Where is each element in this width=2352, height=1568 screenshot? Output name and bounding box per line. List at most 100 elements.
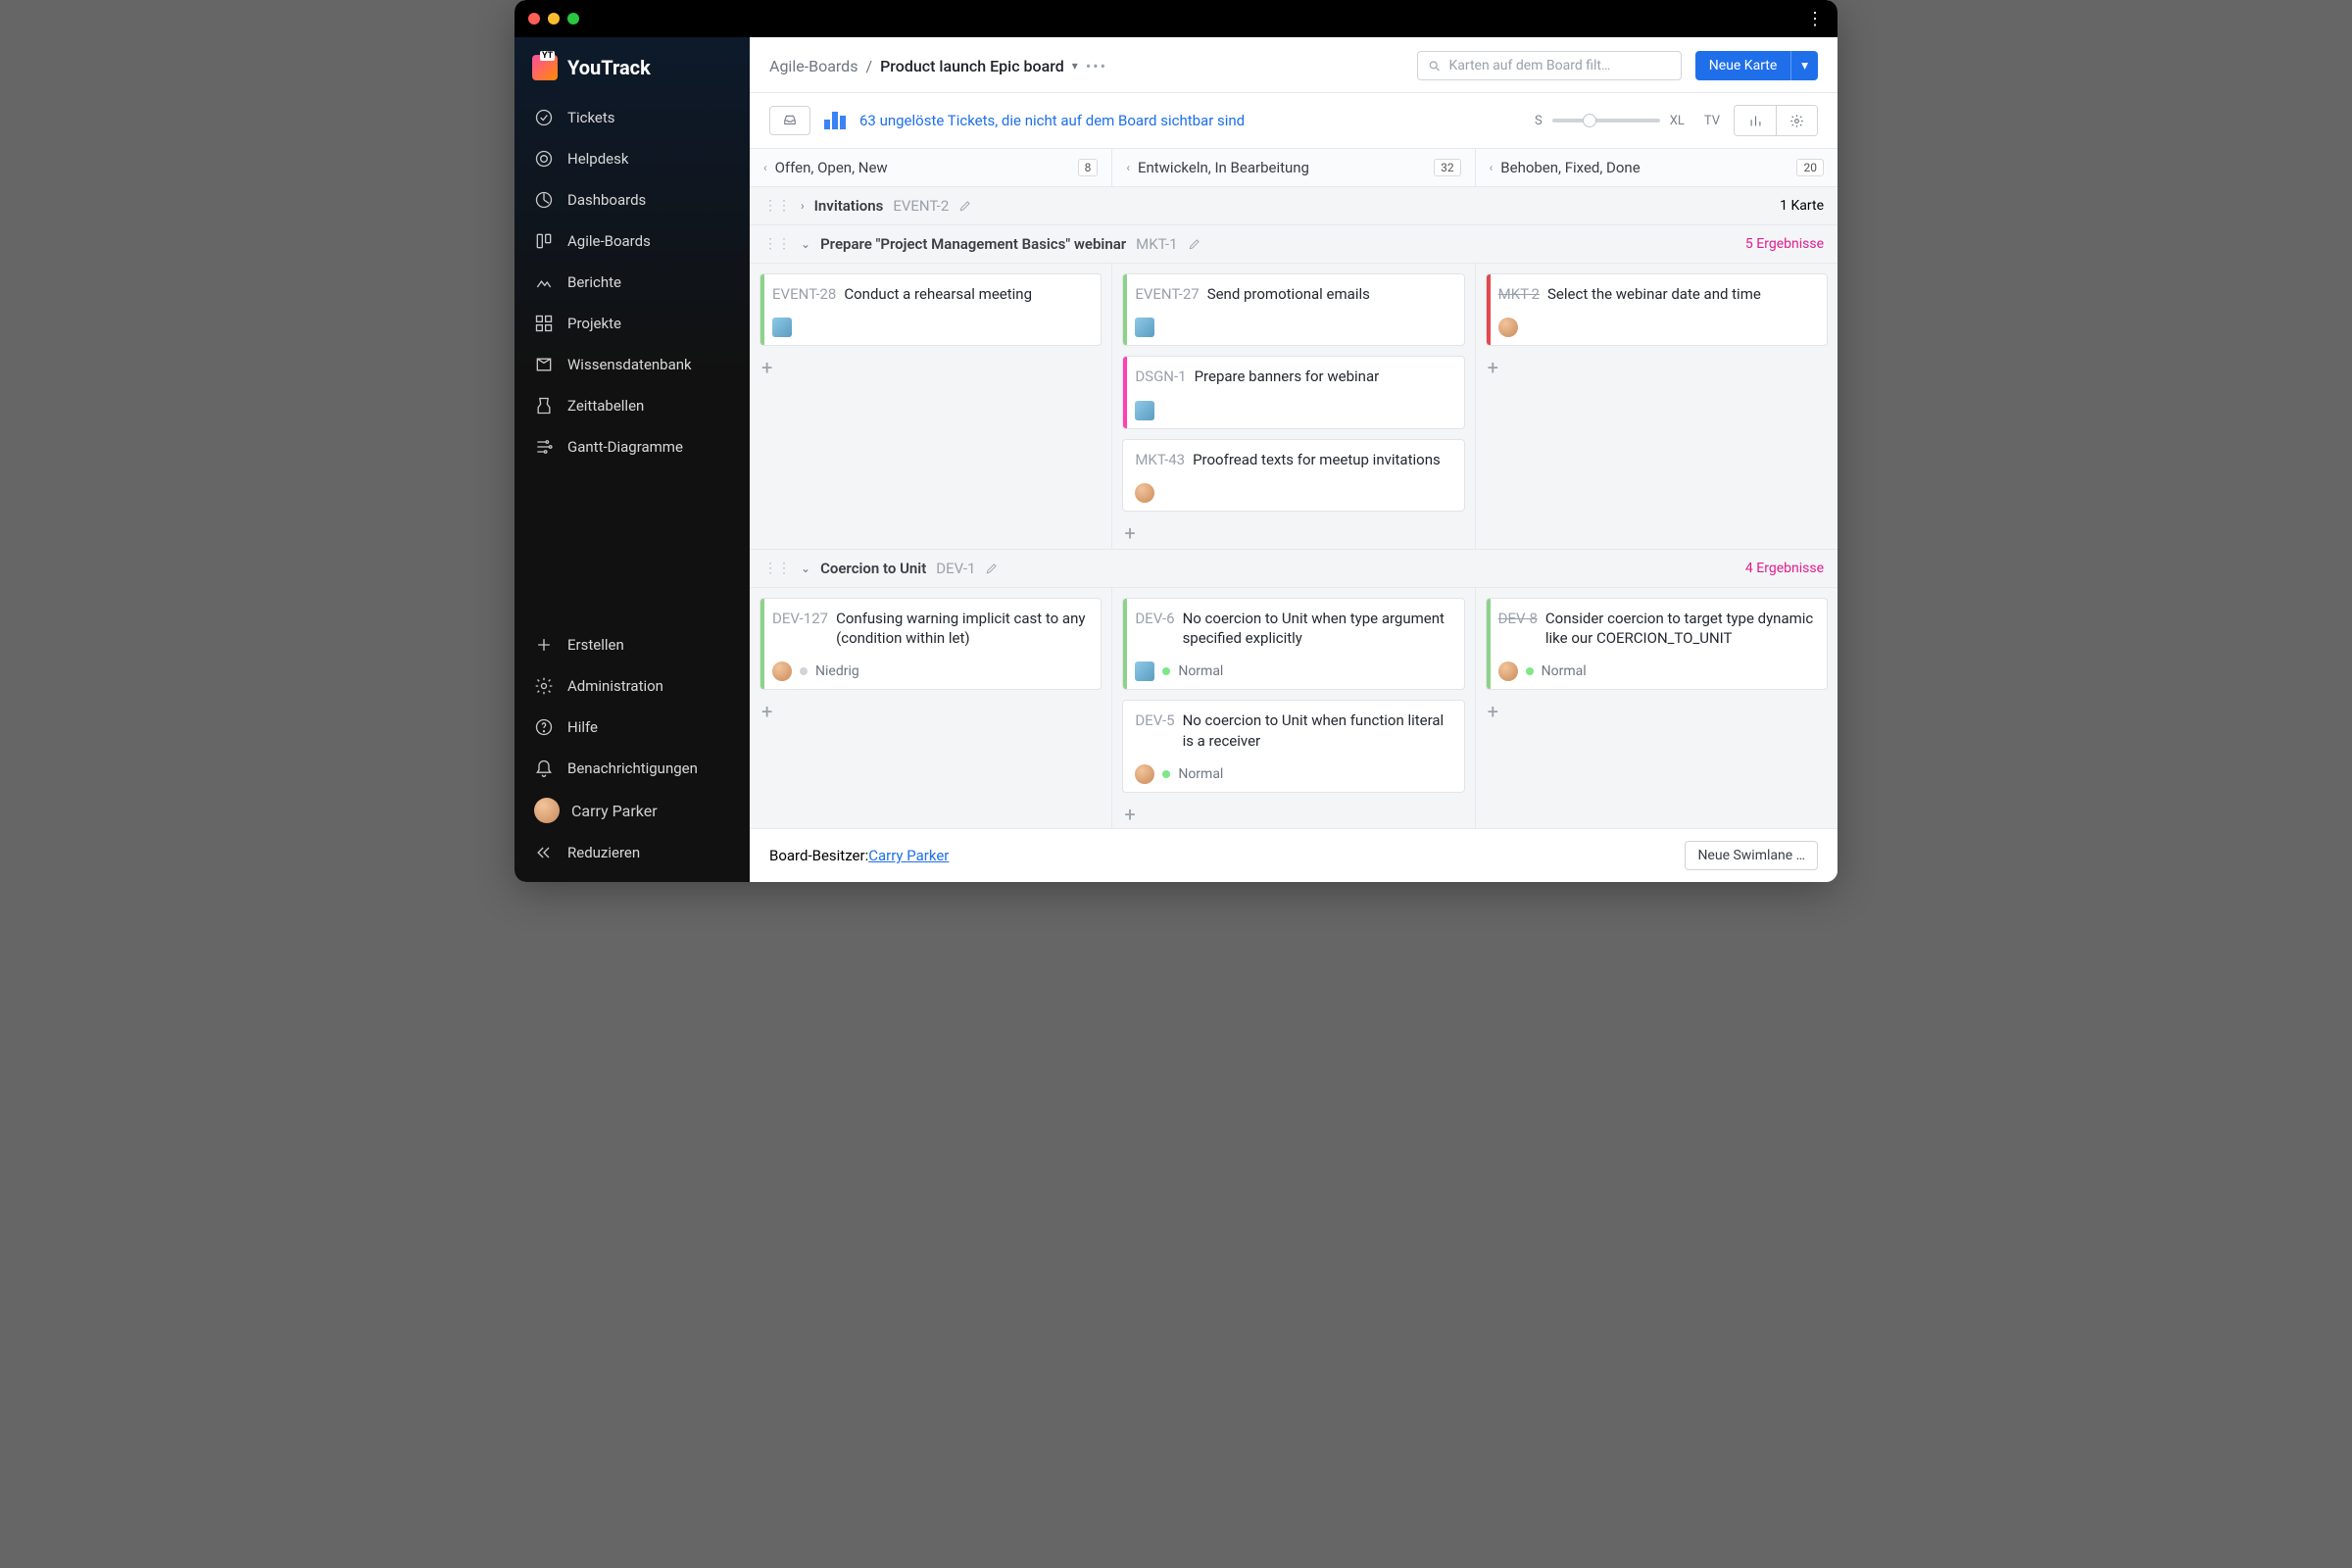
swimlane-toggle-icon[interactable]: › [801, 199, 805, 213]
card-stripe [1123, 357, 1127, 427]
search-field[interactable] [1448, 58, 1670, 74]
sidebar-collapse[interactable]: Reduzieren [514, 833, 750, 872]
card-stripe [1487, 274, 1491, 345]
backlog-button[interactable] [769, 106, 810, 135]
column-header-1[interactable]: ‹ Entwickeln, In Bearbeitung 32 [1112, 149, 1475, 186]
card[interactable]: EVENT-27 Send promotional emails [1122, 273, 1464, 346]
brand-name: YouTrack [567, 56, 651, 79]
add-card-button[interactable]: + [1486, 356, 1828, 377]
more-icon[interactable]: ••• [1086, 57, 1107, 75]
sidebar-user-name: Carry Parker [571, 802, 658, 820]
sidebar-item-6-label: Wissensdatenbank [567, 356, 692, 373]
chart-icon[interactable] [824, 112, 846, 129]
add-card-button[interactable]: + [760, 356, 1102, 377]
sidebar-item-1-icon [534, 149, 554, 169]
sidebar: YouTrack Tickets Helpdesk Dashboards Agile-… [514, 37, 750, 882]
card[interactable]: DSGN-1 Prepare banners for webinar [1122, 356, 1464, 428]
column-count-badge: 8 [1078, 159, 1099, 176]
edit-icon[interactable] [958, 199, 972, 213]
sidebar-item-8[interactable]: Gantt-Diagramme [514, 427, 750, 466]
card-title: No coercion to Unit when type argument s… [1183, 609, 1452, 649]
maximize-window-icon[interactable] [567, 13, 579, 24]
sidebar-item-7[interactable]: Zeittabellen [514, 386, 750, 425]
sidebar-bottom-0[interactable]: Erstellen [514, 625, 750, 664]
breadcrumb-sep: / [865, 57, 872, 75]
unresolved-banner[interactable]: 63 ungelöste Tickets, die nicht auf dem … [859, 112, 1245, 129]
sidebar-item-5-icon [534, 314, 554, 333]
card[interactable]: DEV-8 Consider coercion to target type d… [1486, 598, 1828, 691]
sidebar-item-7-icon [534, 396, 554, 416]
drag-handle-icon[interactable]: ⋮⋮ [763, 562, 791, 575]
swimlane-header-0[interactable]: ⋮⋮ › Invitations EVENT-2 1 Karte [750, 187, 1838, 225]
add-card-button[interactable]: + [760, 700, 1102, 721]
sidebar-item-0[interactable]: Tickets [514, 98, 750, 137]
size-s-label: S [1535, 114, 1543, 128]
sidebar-bottom-3[interactable]: Benachrichtigungen [514, 749, 750, 788]
assignee-avatar-icon [1135, 318, 1154, 337]
sidebar-bottom-0-icon [534, 635, 554, 655]
swimlane-count: 5 Ergebnisse [1745, 236, 1824, 252]
edit-icon[interactable] [1188, 237, 1201, 251]
sidebar-user[interactable]: Carry Parker [514, 788, 750, 833]
sidebar-item-5-label: Projekte [567, 315, 621, 332]
sidebar-item-3[interactable]: Agile-Boards [514, 221, 750, 261]
slider-thumb[interactable] [1583, 114, 1596, 127]
toolbar: 63 ungelöste Tickets, die nicht auf dem … [750, 93, 1838, 149]
new-swimlane-button[interactable]: Neue Swimlane … [1685, 841, 1818, 870]
column-header-0[interactable]: ‹ Offen, Open, New 8 [750, 149, 1112, 186]
sidebar-item-2-icon [534, 190, 554, 210]
size-slider[interactable] [1552, 119, 1660, 122]
card[interactable]: EVENT-28 Conduct a rehearsal meeting [760, 273, 1102, 346]
swimlane-header-2[interactable]: ⋮⋮ ⌄ Coercion to Unit DEV-1 4 Ergebnisse [750, 550, 1838, 588]
card[interactable]: DEV-127 Confusing warning implicit cast … [760, 598, 1102, 691]
tv-mode-label[interactable]: TV [1704, 114, 1720, 128]
size-xl-label: XL [1670, 114, 1685, 128]
board-owner-link[interactable]: Carry Parker [868, 847, 949, 864]
new-card-button[interactable]: Neue Karte [1695, 51, 1791, 80]
close-window-icon[interactable] [528, 13, 540, 24]
assignee-avatar-icon [1498, 662, 1518, 681]
priority-label: Niedrig [815, 663, 859, 679]
drag-handle-icon[interactable]: ⋮⋮ [763, 237, 791, 251]
toolbar-icon-group [1734, 105, 1818, 136]
sidebar-bottom-1[interactable]: Administration [514, 666, 750, 706]
lane-col-2: MKT-2 Select the webinar date and time + [1476, 264, 1838, 549]
edit-icon[interactable] [985, 562, 999, 575]
sidebar-item-5[interactable]: Projekte [514, 304, 750, 343]
card-key: DSGN-1 [1135, 367, 1186, 386]
card[interactable]: MKT-43 Proofread texts for meetup invita… [1122, 439, 1464, 512]
card[interactable]: DEV-5 No coercion to Unit when function … [1122, 700, 1464, 793]
search-input[interactable] [1417, 51, 1682, 80]
card[interactable]: DEV-6 No coercion to Unit when type argu… [1122, 598, 1464, 691]
add-card-button[interactable]: + [1122, 521, 1464, 543]
sidebar-item-2[interactable]: Dashboards [514, 180, 750, 220]
swimlane-count: 1 Karte [1780, 198, 1824, 214]
swimlane-header-1[interactable]: ⋮⋮ ⌄ Prepare "Project Management Basics"… [750, 225, 1838, 264]
card[interactable]: MKT-2 Select the webinar date and time [1486, 273, 1828, 346]
sidebar-item-8-icon [534, 437, 554, 457]
swimlane-key: DEV-1 [936, 560, 975, 577]
titlebar-menu-icon[interactable]: ⋮ [1806, 9, 1824, 29]
sidebar-item-1-label: Helpdesk [567, 150, 628, 168]
add-card-button[interactable]: + [1122, 803, 1464, 824]
bar-chart-icon [1748, 114, 1763, 128]
card-stripe [1487, 599, 1491, 690]
new-card-dropdown[interactable]: ▾ [1790, 51, 1818, 80]
sidebar-bottom-2[interactable]: Hilfe [514, 708, 750, 747]
breadcrumb-current[interactable]: Product launch Epic board [880, 57, 1064, 75]
add-card-button[interactable]: + [1486, 700, 1828, 721]
breadcrumb-root[interactable]: Agile-Boards [769, 57, 858, 75]
sidebar-item-6[interactable]: Wissensdatenbank [514, 345, 750, 384]
brand[interactable]: YouTrack [514, 51, 750, 98]
minimize-window-icon[interactable] [548, 13, 560, 24]
chevron-down-icon[interactable]: ▾ [1072, 59, 1078, 73]
swimlane-toggle-icon[interactable]: ⌄ [801, 237, 810, 251]
column-header-2[interactable]: ‹ Behoben, Fixed, Done 20 [1476, 149, 1838, 186]
sidebar-item-1[interactable]: Helpdesk [514, 139, 750, 178]
chart-toggle-button[interactable] [1735, 106, 1776, 135]
sidebar-item-4[interactable]: Berichte [514, 263, 750, 302]
sidebar-item-3-label: Agile-Boards [567, 232, 651, 250]
swimlane-toggle-icon[interactable]: ⌄ [801, 562, 810, 575]
drag-handle-icon[interactable]: ⋮⋮ [763, 199, 791, 213]
settings-button[interactable] [1776, 106, 1817, 135]
